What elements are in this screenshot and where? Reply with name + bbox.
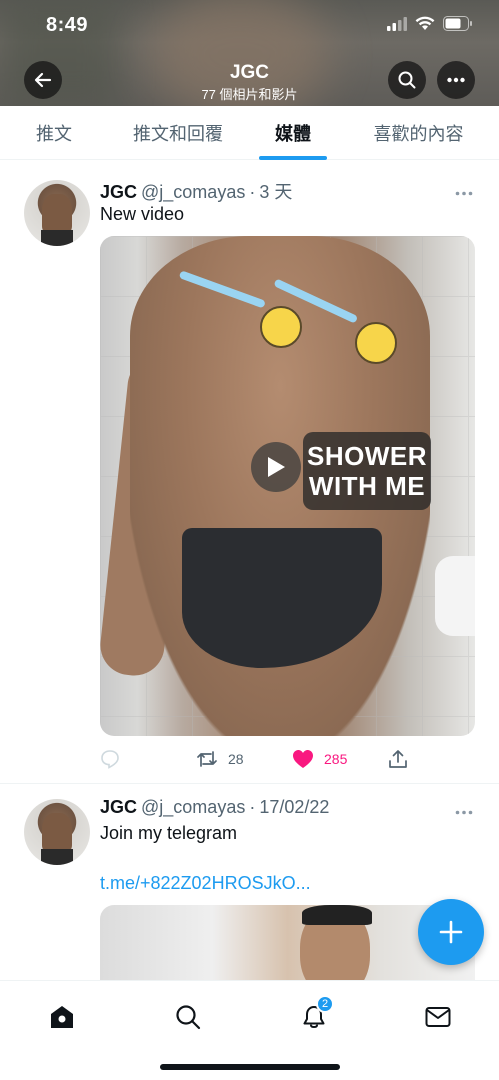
caption-line-1: SHOWER — [307, 441, 427, 471]
nav-home[interactable] — [42, 997, 82, 1037]
status-bar-icons — [387, 16, 473, 31]
separator-dot: · — [249, 797, 256, 817]
author-handle[interactable]: @j_comayas — [141, 797, 245, 818]
home-indicator — [160, 1064, 340, 1070]
emoji-sticker — [355, 322, 397, 364]
more-icon — [447, 77, 465, 83]
tweet-text: Join my telegram — [100, 823, 238, 843]
cellular-signal-icon — [387, 16, 407, 31]
battery-icon — [443, 16, 472, 31]
avatar[interactable] — [24, 799, 90, 865]
more-icon — [455, 191, 473, 196]
tweet[interactable]: JGC @j_comayas · 3 天 New video SHOWER WI… — [0, 166, 499, 784]
explore-search-icon — [176, 1005, 201, 1030]
author-name[interactable]: JGC — [100, 797, 137, 818]
more-icon — [455, 810, 473, 815]
author-handle[interactable]: @j_comayas — [141, 182, 245, 203]
compose-tweet-button[interactable] — [418, 899, 484, 965]
profile-header: 8:49 JGC 77 個相片和影片 — [0, 0, 499, 106]
tweet-timestamp[interactable]: 3 天 — [259, 178, 292, 204]
play-icon — [268, 457, 285, 477]
wifi-icon — [415, 16, 435, 30]
tweet-image[interactable] — [100, 905, 475, 985]
tweet-timestamp[interactable]: 17/02/22 — [259, 797, 329, 818]
tweet-header: JGC @j_comayas · 3 天 — [100, 178, 292, 204]
notification-badge: 2 — [316, 995, 334, 1013]
retweet-button[interactable]: 28 — [196, 749, 244, 769]
author-name[interactable]: JGC — [100, 182, 137, 203]
tweet-header: JGC @j_comayas · 17/02/22 — [100, 797, 329, 818]
tweet-actions: 28 285 — [100, 746, 420, 772]
telegram-link[interactable]: t.me/+822Z02HROSJkO... — [100, 873, 311, 894]
tab-tweets[interactable]: 推文 — [0, 106, 108, 160]
avatar[interactable] — [24, 180, 90, 246]
retweet-icon — [197, 751, 217, 767]
tab-tweets-and-replies[interactable]: 推文和回覆 — [108, 106, 248, 160]
separator-dot: · — [249, 182, 256, 202]
search-button[interactable] — [388, 61, 426, 99]
heart-icon — [293, 750, 313, 768]
tweet-video[interactable]: SHOWER WITH ME — [100, 236, 475, 736]
retweet-count: 28 — [228, 751, 244, 767]
like-button[interactable]: 285 — [292, 749, 347, 769]
tab-likes[interactable]: 喜歡的內容 — [338, 106, 499, 160]
home-icon — [51, 1006, 73, 1028]
compose-plus-icon — [439, 920, 463, 944]
caption-line-2: WITH ME — [308, 471, 426, 501]
nav-messages[interactable] — [418, 997, 458, 1037]
emoji-sticker — [260, 306, 302, 348]
share-button[interactable] — [388, 749, 408, 769]
like-count: 285 — [324, 751, 348, 767]
reply-button[interactable] — [100, 749, 120, 769]
more-options-button[interactable] — [437, 61, 475, 99]
tweet-more-button[interactable] — [455, 180, 473, 201]
search-icon — [398, 71, 416, 89]
profile-tabs: 推文 推文和回覆 媒體 喜歡的內容 — [0, 106, 499, 160]
mail-icon — [425, 1007, 451, 1027]
share-icon — [389, 750, 407, 768]
tweet-more-button[interactable] — [455, 799, 473, 820]
tweet[interactable]: JGC @j_comayas · 17/02/22 Join my telegr… — [0, 785, 499, 985]
reply-icon — [101, 750, 119, 769]
video-caption-overlay: SHOWER WITH ME — [303, 432, 431, 510]
play-button[interactable] — [251, 442, 301, 492]
status-bar-time: 8:49 — [46, 14, 89, 36]
tab-media[interactable]: 媒體 — [248, 106, 338, 160]
tweet-text: New video — [100, 204, 185, 224]
nav-explore[interactable] — [168, 997, 208, 1037]
nav-notifications[interactable]: 2 — [294, 995, 334, 1037]
